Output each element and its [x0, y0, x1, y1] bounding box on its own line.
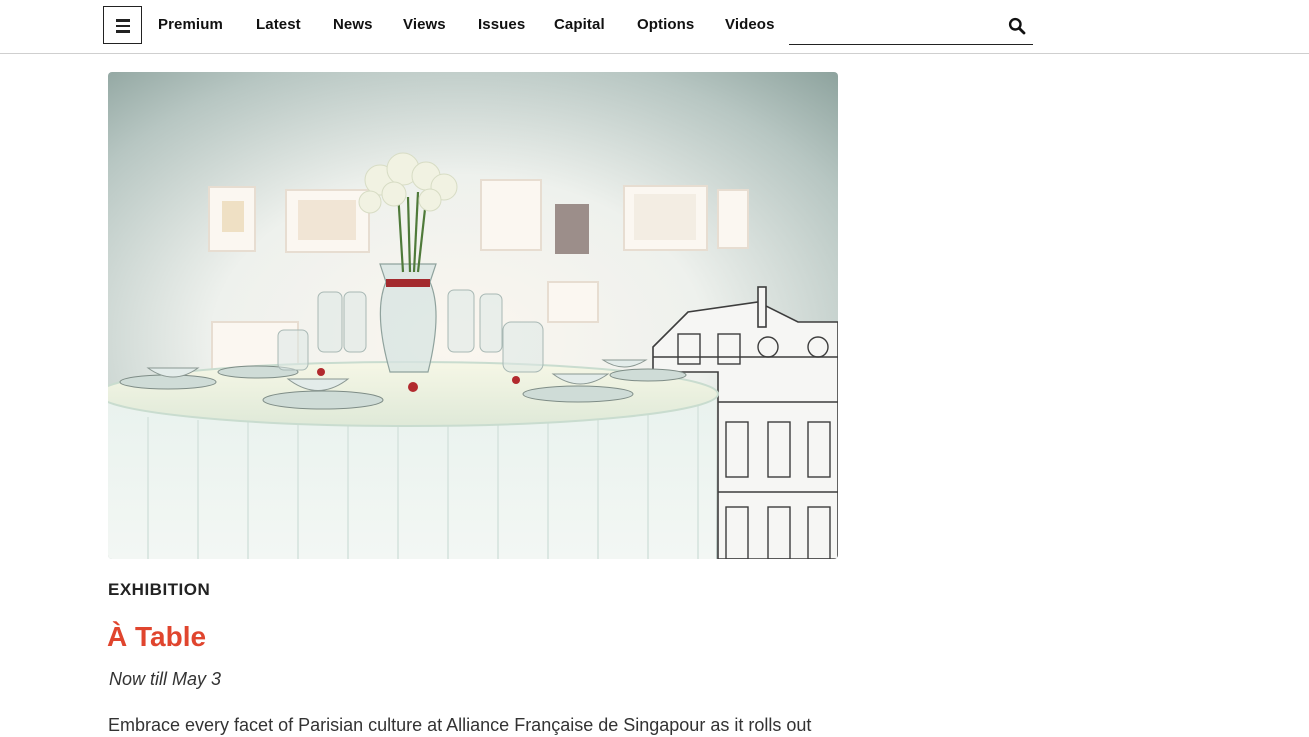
menu-button[interactable]	[103, 6, 142, 44]
exhibition-photo	[108, 72, 838, 559]
search-box	[789, 8, 1033, 45]
article-body: Embrace every facet of Parisian culture …	[108, 715, 812, 735]
nav-item-latest[interactable]: Latest	[256, 16, 301, 33]
hamburger-menu-icon-line	[116, 24, 130, 27]
article-title[interactable]: À Table	[107, 621, 206, 653]
hamburger-menu-icon	[116, 19, 130, 22]
top-navigation-bar: Premium Latest News Views Issues Capital…	[0, 0, 1309, 54]
nav-item-premium[interactable]: Premium	[158, 16, 223, 33]
search-icon[interactable]	[1008, 17, 1026, 35]
hamburger-menu-icon-line	[116, 30, 130, 33]
nav-item-news[interactable]: News	[333, 16, 373, 33]
nav-item-views[interactable]: Views	[403, 16, 446, 33]
search-input[interactable]	[789, 8, 999, 43]
nav-item-issues[interactable]: Issues	[478, 16, 525, 33]
article-dates: Now till May 3	[109, 669, 222, 689]
nav-item-options[interactable]: Options	[637, 16, 694, 33]
article-category: EXHIBITION	[108, 580, 211, 599]
nav-item-videos[interactable]: Videos	[725, 16, 775, 33]
nav-item-capital[interactable]: Capital	[554, 16, 605, 33]
article-hero-image[interactable]	[108, 72, 838, 559]
